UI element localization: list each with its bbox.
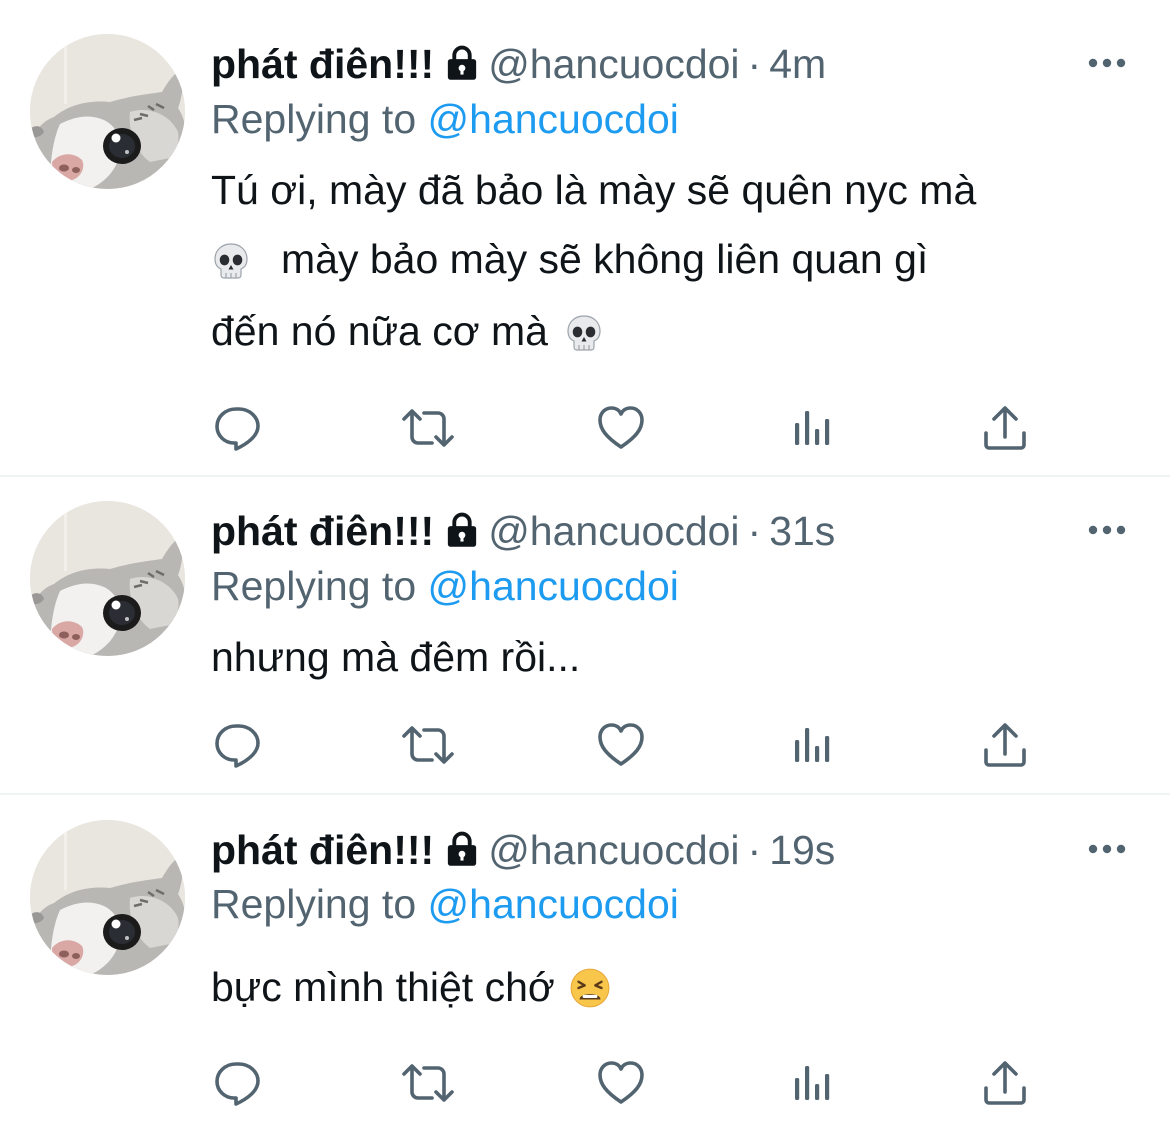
tweet-text: Tú ơi, mày đã bảo là mày sẽ quên nyc mà … xyxy=(211,157,976,367)
lock-icon xyxy=(446,510,478,558)
replying-to-label: Replying to xyxy=(211,881,417,927)
retweet-icon[interactable] xyxy=(400,1058,456,1108)
reply-icon[interactable] xyxy=(213,403,263,453)
display-name[interactable]: phát điên!!! xyxy=(211,508,434,554)
like-icon[interactable] xyxy=(596,720,646,770)
tired-face-emoji xyxy=(569,962,611,1028)
skull-emoji xyxy=(564,303,604,375)
tweet-text: bực mình thiệt chớ xyxy=(211,954,611,1020)
separator: · xyxy=(747,508,762,554)
tweet-text: nhưng mà đêm rồi... xyxy=(211,624,580,690)
timestamp[interactable]: 19s xyxy=(769,827,835,873)
separator: · xyxy=(747,41,762,87)
retweet-icon[interactable] xyxy=(400,403,456,453)
replying-to-handle[interactable]: @hancuocdoi xyxy=(428,563,679,609)
views-icon[interactable] xyxy=(789,403,839,453)
divider xyxy=(0,475,1170,477)
divider xyxy=(0,793,1170,795)
like-icon[interactable] xyxy=(596,1058,646,1108)
tweet-actions xyxy=(0,1058,1170,1108)
share-icon[interactable] xyxy=(980,403,1030,453)
separator: · xyxy=(747,827,762,873)
display-name[interactable]: phát điên!!! xyxy=(211,827,434,873)
replying-to-label: Replying to xyxy=(211,96,417,142)
more-icon[interactable] xyxy=(1086,842,1128,856)
reply-icon[interactable] xyxy=(213,1058,263,1108)
tweet-text-line: nhưng mà đêm rồi... xyxy=(211,634,581,680)
avatar[interactable] xyxy=(30,501,185,656)
user-handle[interactable]: @hancuocdoi xyxy=(488,508,739,554)
replying-to-handle[interactable]: @hancuocdoi xyxy=(428,881,679,927)
lock-icon xyxy=(446,829,478,877)
replying-to-handle[interactable]: @hancuocdoi xyxy=(428,96,679,142)
share-icon[interactable] xyxy=(980,1058,1030,1108)
tweet-text-line: Tú ơi, mày đã bảo là mày sẽ quên nyc mà xyxy=(211,167,977,213)
more-icon[interactable] xyxy=(1086,56,1128,70)
avatar[interactable] xyxy=(30,34,185,189)
views-icon[interactable] xyxy=(789,720,839,770)
share-icon[interactable] xyxy=(980,720,1030,770)
more-icon[interactable] xyxy=(1086,523,1128,537)
reply-icon[interactable] xyxy=(213,720,263,770)
timestamp[interactable]: 4m xyxy=(769,41,826,87)
tweet-actions xyxy=(0,403,1170,453)
like-icon[interactable] xyxy=(596,403,646,453)
tweet-text-line: mày bảo mày sẽ không liên quan gì xyxy=(211,223,976,295)
replying-to-label: Replying to xyxy=(211,563,417,609)
retweet-icon[interactable] xyxy=(400,720,456,770)
skull-emoji xyxy=(211,231,251,303)
timestamp[interactable]: 31s xyxy=(769,508,835,554)
views-icon[interactable] xyxy=(789,1058,839,1108)
user-handle[interactable]: @hancuocdoi xyxy=(488,41,739,87)
avatar[interactable] xyxy=(30,820,185,975)
lock-icon xyxy=(446,43,478,91)
tweet-text-line: bực mình thiệt chớ xyxy=(211,954,611,1020)
tweet-actions xyxy=(0,720,1170,770)
tweet-text-line: đến nó nữa cơ mà xyxy=(211,295,976,367)
user-handle[interactable]: @hancuocdoi xyxy=(488,827,739,873)
display-name[interactable]: phát điên!!! xyxy=(211,41,434,87)
